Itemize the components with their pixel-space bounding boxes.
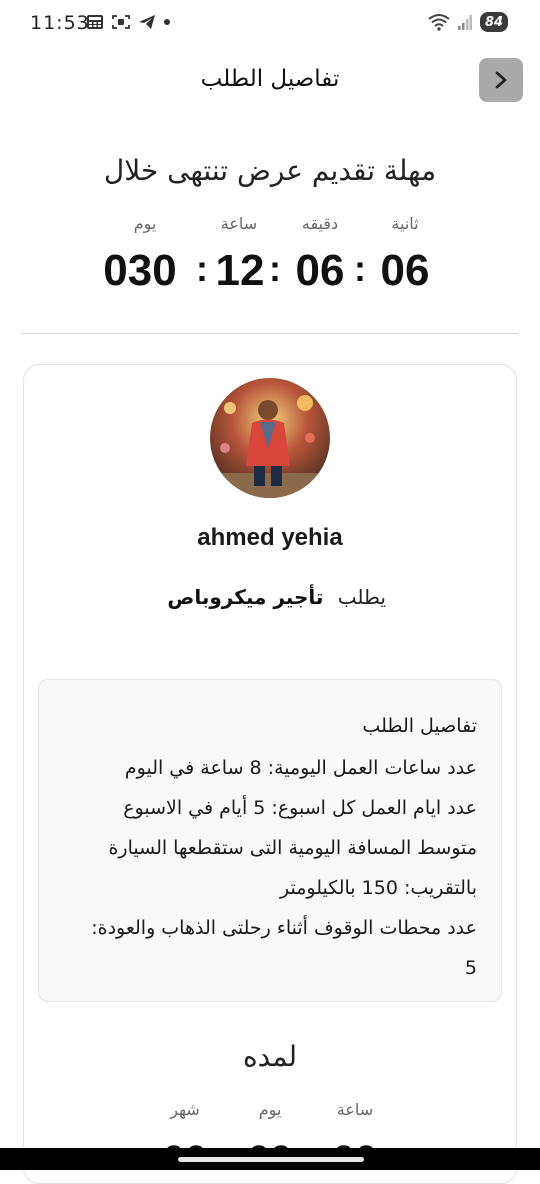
request-details-box: تفاصيل الطلب عدد ساعات العمل اليومية: 8 …: [38, 679, 502, 1002]
status-icons-right: 84: [428, 12, 508, 32]
label-second: ثانية: [391, 214, 419, 233]
duration-title: لمده: [242, 1040, 298, 1073]
countdown-timer: 030 : 12 : 06 : 06: [100, 246, 440, 306]
status-icons-left: [86, 14, 170, 30]
countdown-days: 030: [103, 246, 177, 295]
battery-icon: 84: [480, 12, 508, 32]
screenshot-icon: [112, 15, 130, 29]
app-header: تفاصيل الطلب: [0, 56, 540, 108]
request-label: يطلب: [337, 585, 386, 609]
countdown-minutes: 06: [295, 246, 345, 295]
label-day: يوم: [258, 1100, 282, 1119]
label-minute: دقيقه: [301, 214, 339, 233]
deadline-title: مهلة تقديم عرض تنتهى خلال: [103, 154, 437, 187]
telegram-icon: [139, 15, 155, 29]
countdown-seconds: 06: [380, 246, 430, 295]
request-summary: يطلب تأجير ميكروباص: [160, 585, 386, 615]
details-title: تفاصيل الطلب: [362, 715, 477, 737]
label-hour: ساعة: [336, 1100, 374, 1119]
label-hour: ساعة: [220, 214, 258, 233]
duration-labels: شهر يوم ساعة: [150, 1100, 390, 1124]
detail-line: عدد محطات الوقوف أثناء رحلتى الذهاب والع…: [91, 917, 477, 979]
label-day: يوم: [133, 214, 157, 233]
system-nav-bar: [0, 1148, 540, 1170]
details-content: تفاصيل الطلب عدد ساعات العمل اليومية: 8 …: [77, 706, 477, 988]
section-divider: [22, 333, 518, 334]
user-name: ahmed yehia: [197, 524, 343, 551]
detail-line: عدد ايام العمل كل اسبوع: 5 أيام في الاسب…: [123, 797, 477, 819]
countdown-labels: يوم ساعة دقيقه ثانية: [110, 214, 430, 238]
calculator-icon: [87, 15, 103, 29]
label-month: شهر: [170, 1100, 200, 1119]
detail-line: متوسط المسافة اليومية التى ستقطعها السيا…: [108, 837, 477, 899]
user-photo: [210, 378, 330, 498]
avatar[interactable]: [210, 378, 330, 498]
page-title: تفاصيل الطلب: [200, 66, 340, 92]
detail-line: عدد ساعات العمل اليومية: 8 ساعة في اليوم: [124, 757, 477, 779]
home-gesture-handle[interactable]: [178, 1157, 364, 1162]
requested-service: تأجير ميكروباص: [167, 585, 324, 609]
status-time: 11:53: [30, 12, 90, 34]
signal-icon: [458, 15, 472, 30]
status-bar: 11:53 84: [0, 0, 540, 50]
wifi-icon: [428, 14, 450, 31]
dot-icon: [164, 19, 170, 25]
